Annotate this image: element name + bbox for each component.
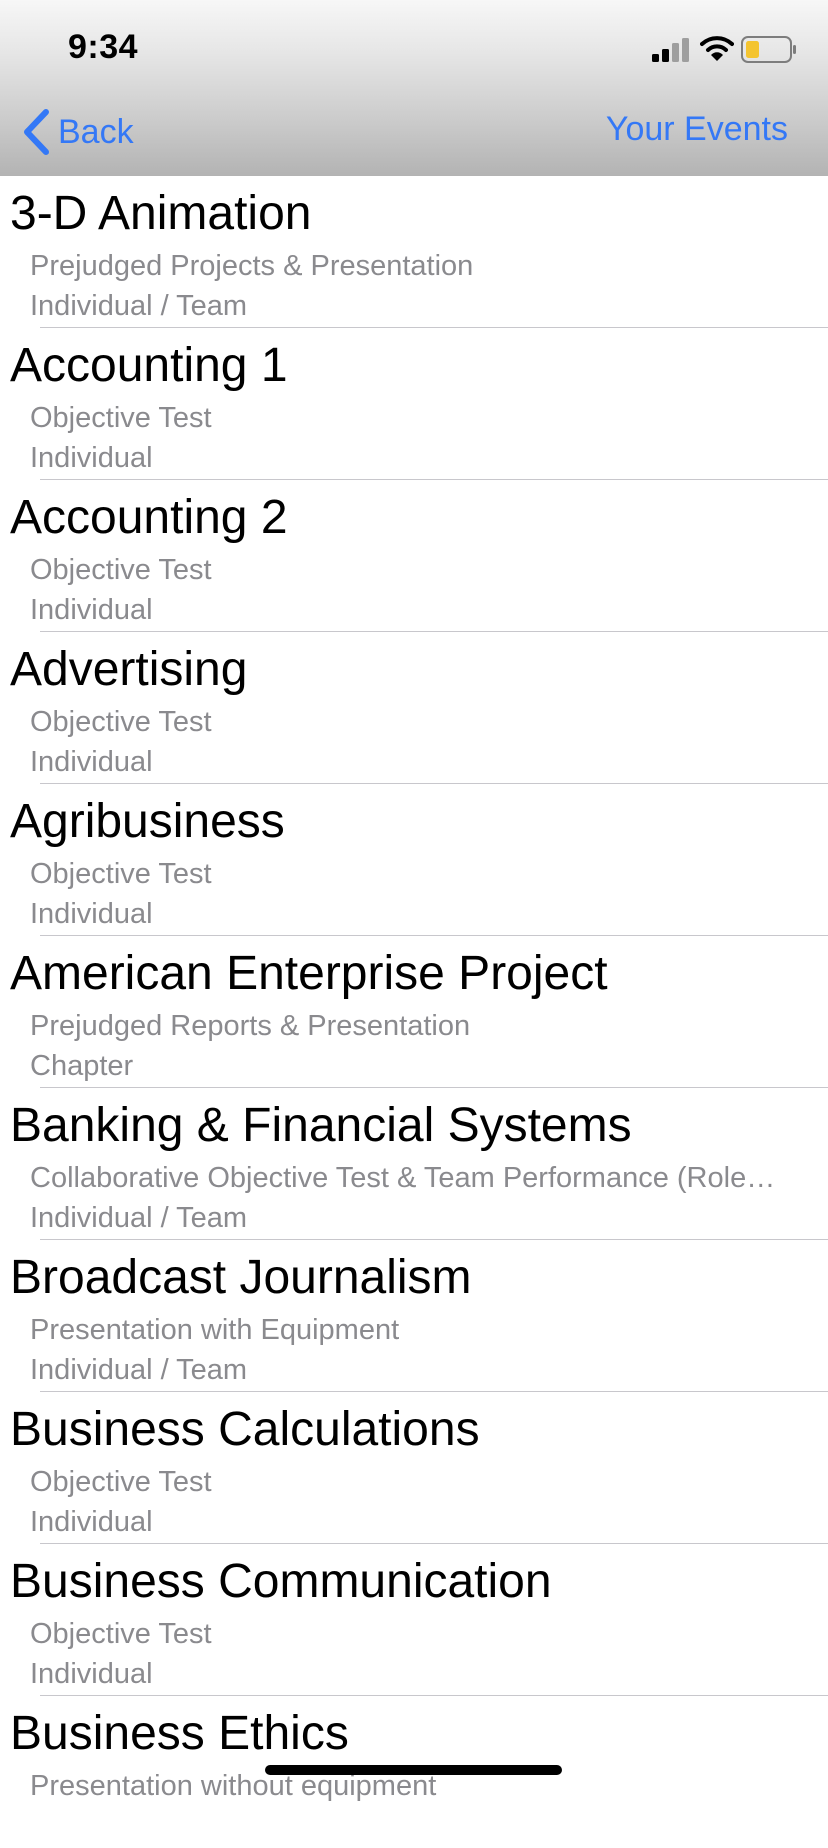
event-row-3d-animation[interactable]: 3-D Animation Prejudged Projects & Prese…	[0, 176, 828, 328]
event-type: Objective Test	[30, 1466, 212, 1498]
event-title: Business Communication	[10, 1555, 552, 1608]
event-row-agribusiness[interactable]: Agribusiness Objective Test Individual	[0, 784, 828, 936]
status-time: 9:34	[68, 28, 139, 66]
event-participation: Individual	[30, 442, 153, 474]
event-title: Accounting 2	[10, 491, 288, 544]
event-participation: Individual	[30, 898, 153, 930]
event-row-broadcast-journalism[interactable]: Broadcast Journalism Presentation with E…	[0, 1240, 828, 1392]
event-participation: Individual / Team	[30, 1354, 248, 1386]
event-row-business-communication[interactable]: Business Communication Objective Test In…	[0, 1544, 828, 1696]
home-indicator[interactable]	[265, 1765, 562, 1775]
event-participation: Individual / Team	[30, 290, 248, 322]
event-type: Collaborative Objective Test & Team Perf…	[30, 1162, 776, 1194]
event-participation: Individual	[30, 594, 153, 626]
chevron-left-icon	[24, 109, 49, 155]
event-participation: Individual	[30, 746, 153, 778]
event-title: Business Ethics	[10, 1707, 349, 1760]
event-title: Broadcast Journalism	[10, 1251, 472, 1304]
event-title: 3-D Animation	[10, 187, 312, 240]
event-type: Objective Test	[30, 858, 212, 890]
event-row-american-enterprise-project[interactable]: American Enterprise Project Prejudged Re…	[0, 936, 828, 1088]
event-type: Objective Test	[30, 554, 212, 586]
event-participation: Individual	[30, 1506, 153, 1538]
event-type: Prejudged Projects & Presentation	[30, 250, 474, 282]
wifi-icon	[700, 36, 734, 61]
event-title: Agribusiness	[10, 795, 285, 848]
event-type: Objective Test	[30, 706, 212, 738]
events-list: 3-D Animation Prejudged Projects & Prese…	[0, 176, 828, 1848]
event-row-banking-financial-systems[interactable]: Banking & Financial Systems Collaborativ…	[0, 1088, 828, 1240]
event-row-business-calculations[interactable]: Business Calculations Objective Test Ind…	[0, 1392, 828, 1544]
event-type: Prejudged Reports & Presentation	[30, 1010, 471, 1042]
event-type: Objective Test	[30, 402, 212, 434]
event-row-advertising[interactable]: Advertising Objective Test Individual	[0, 632, 828, 784]
event-type: Objective Test	[30, 1618, 212, 1650]
event-participation: Individual	[30, 1658, 153, 1690]
back-button[interactable]: Back	[22, 108, 134, 156]
back-label: Back	[58, 112, 134, 151]
navigation-header: 9:34 Back Your Events	[0, 0, 828, 176]
event-row-accounting-1[interactable]: Accounting 1 Objective Test Individual	[0, 328, 828, 480]
event-row-accounting-2[interactable]: Accounting 2 Objective Test Individual	[0, 480, 828, 632]
event-title: Accounting 1	[10, 339, 288, 392]
event-type: Presentation with Equipment	[30, 1314, 400, 1346]
event-title: American Enterprise Project	[10, 947, 608, 1000]
event-title: Advertising	[10, 643, 248, 696]
event-participation: Chapter	[30, 1050, 134, 1082]
event-participation: Individual / Team	[30, 1202, 248, 1234]
event-title: Banking & Financial Systems	[10, 1099, 632, 1152]
your-events-button[interactable]: Your Events	[606, 110, 788, 149]
cellular-signal-icon	[652, 38, 689, 62]
battery-low-icon	[741, 36, 796, 63]
event-title: Business Calculations	[10, 1403, 480, 1456]
